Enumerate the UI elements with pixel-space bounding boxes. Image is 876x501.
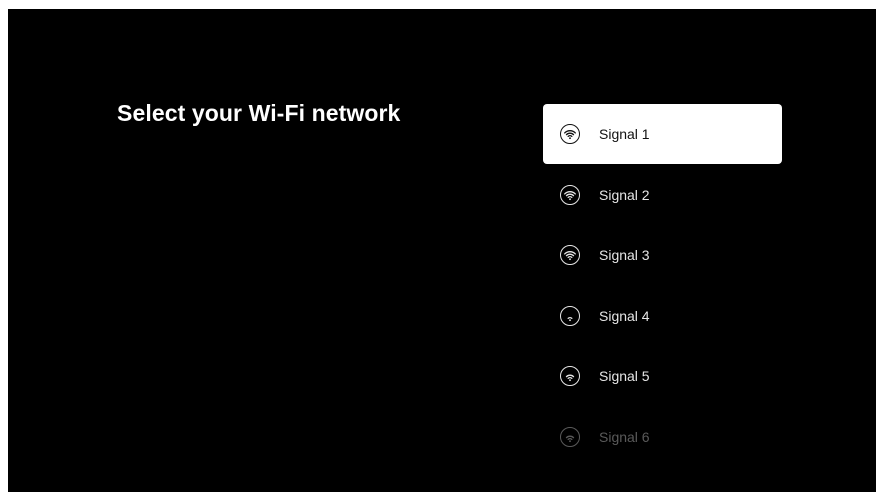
network-item-signal-5[interactable]: Signal 5 bbox=[543, 346, 782, 406]
network-label: Signal 4 bbox=[599, 307, 650, 324]
network-item-signal-6[interactable]: Signal 6 bbox=[543, 407, 782, 467]
network-item-signal-3[interactable]: Signal 3 bbox=[543, 225, 782, 285]
network-label: Signal 5 bbox=[599, 368, 650, 385]
wifi-setup-screen: Select your Wi-Fi network Signal 1 Signa… bbox=[8, 9, 876, 492]
wifi-strength-3-icon bbox=[560, 245, 580, 266]
page-title: Select your Wi-Fi network bbox=[117, 100, 401, 126]
network-label: Signal 3 bbox=[599, 247, 650, 264]
wifi-strength-2-icon bbox=[560, 366, 580, 387]
network-item-signal-1[interactable]: Signal 1 bbox=[543, 104, 782, 164]
wifi-strength-1-icon bbox=[560, 305, 580, 326]
network-list: Signal 1 Signal 2 Signal 3 Signal 4 Sign… bbox=[543, 104, 782, 468]
wifi-strength-2-icon bbox=[560, 426, 580, 447]
network-item-signal-2[interactable]: Signal 2 bbox=[543, 165, 782, 225]
network-label: Signal 6 bbox=[599, 428, 650, 445]
wifi-strength-3-icon bbox=[560, 124, 580, 144]
network-label: Signal 1 bbox=[599, 126, 650, 142]
network-label: Signal 2 bbox=[599, 186, 650, 203]
network-item-signal-4[interactable]: Signal 4 bbox=[543, 286, 782, 346]
wifi-strength-3-icon bbox=[560, 184, 580, 205]
